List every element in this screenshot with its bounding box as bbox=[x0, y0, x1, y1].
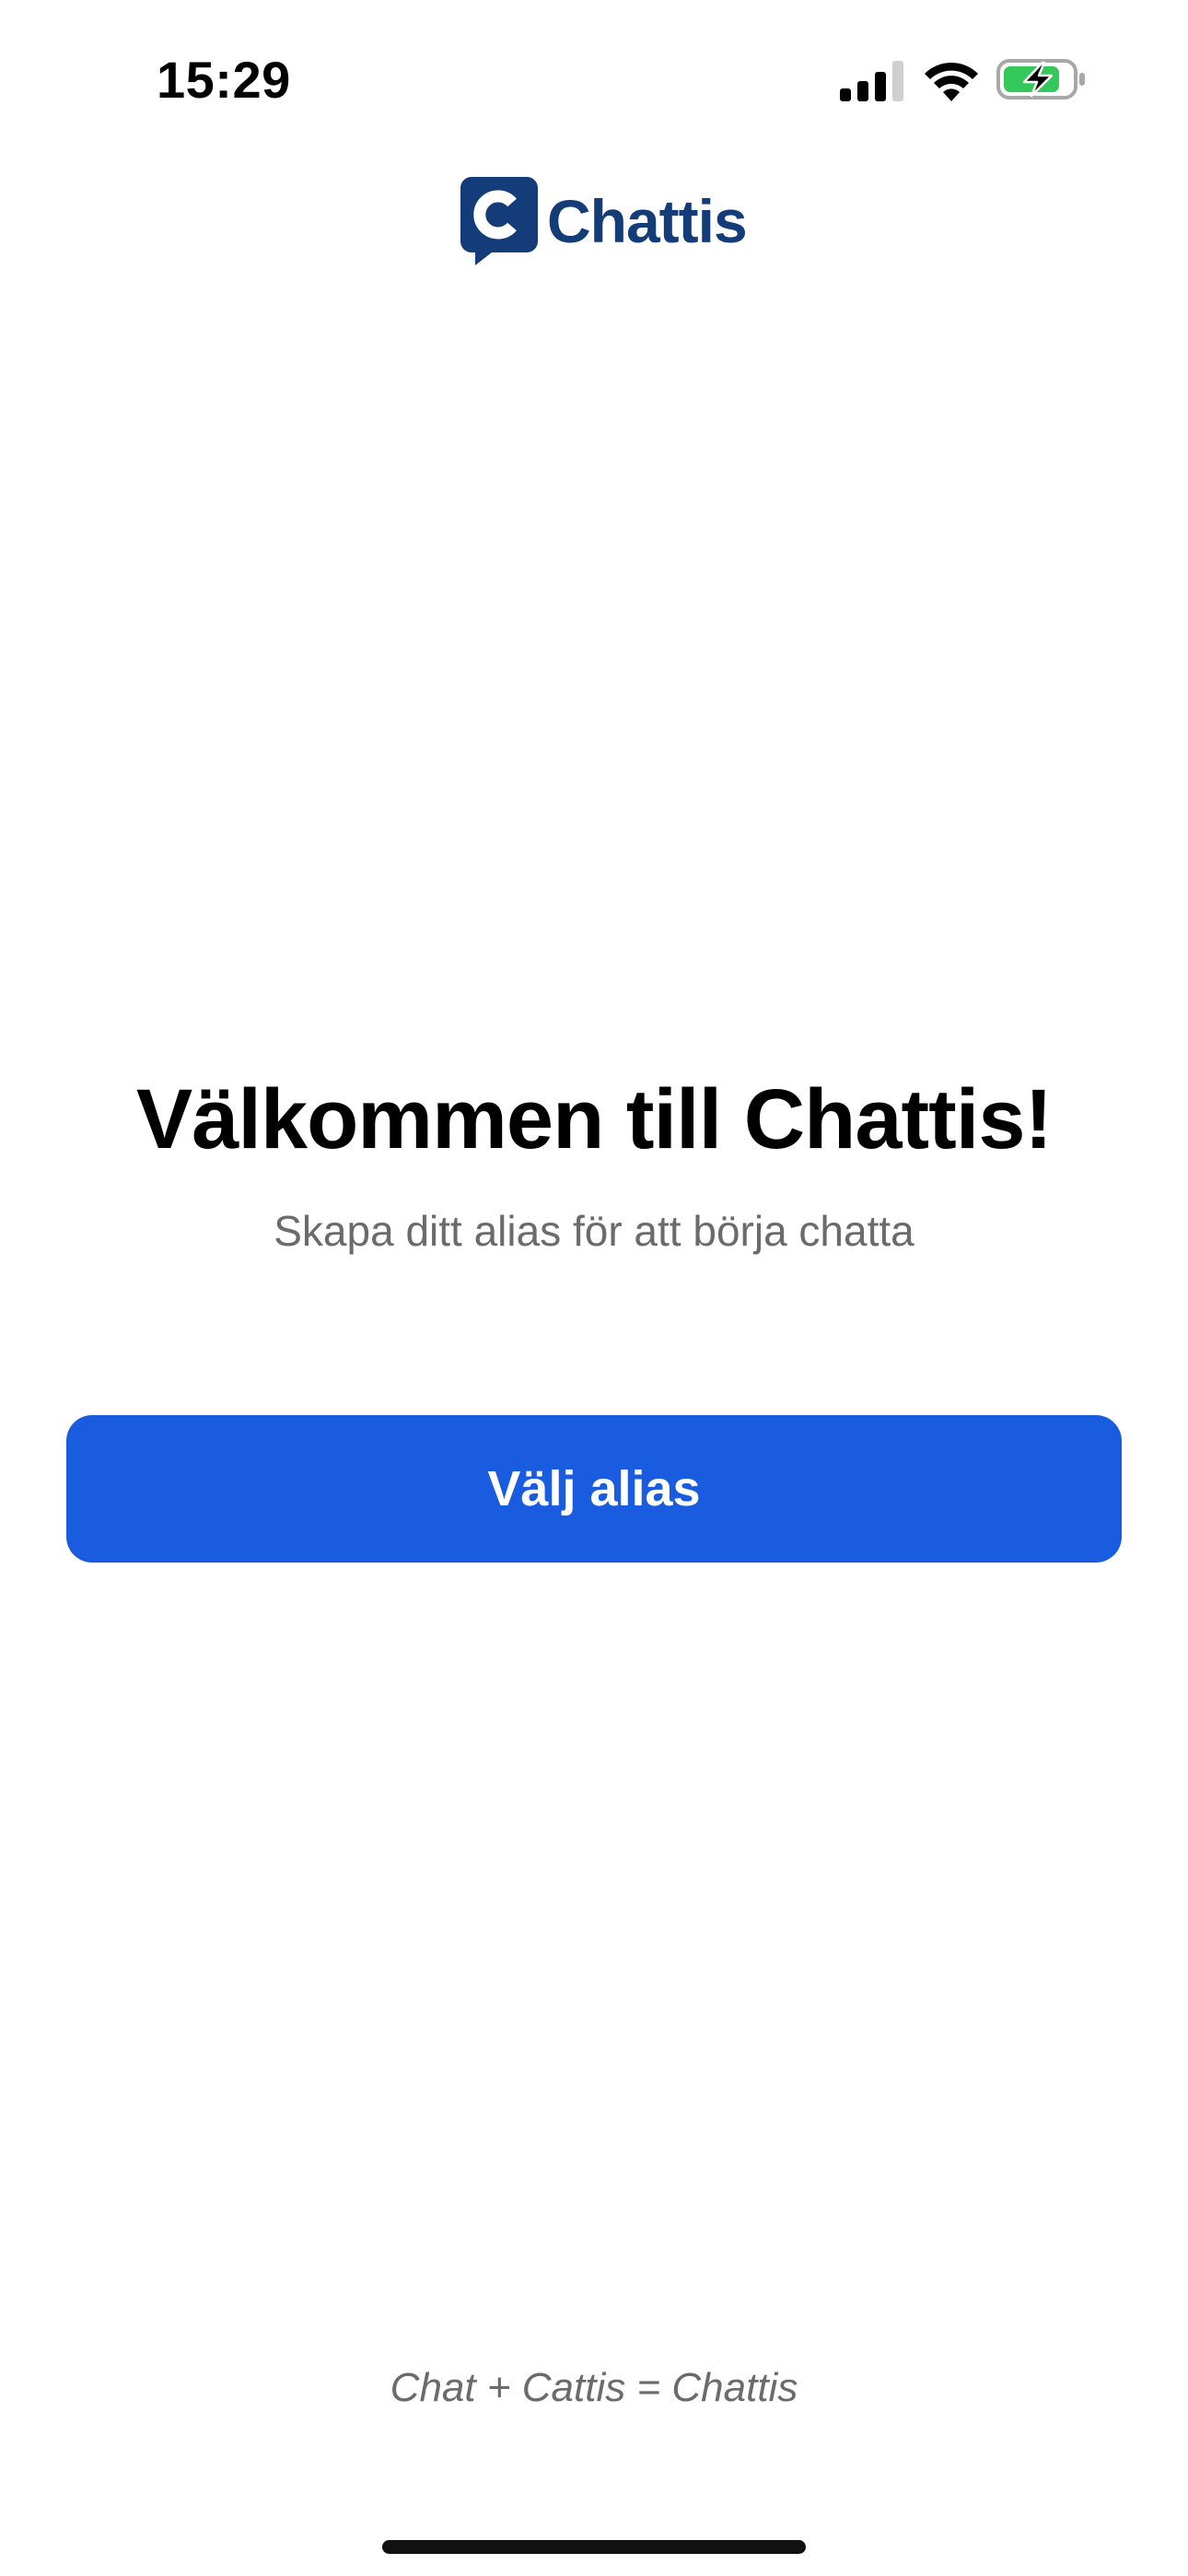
chat-bubble-logo-icon bbox=[460, 177, 538, 265]
home-indicator[interactable] bbox=[382, 2540, 806, 2554]
cellular-signal-icon bbox=[840, 61, 903, 101]
battery-charging-icon bbox=[996, 59, 1085, 100]
status-time: 15:29 bbox=[157, 51, 291, 109]
welcome-screen: 15:29 Chattis Välkommen till Chattis! Sk… bbox=[0, 0, 1188, 2576]
wifi-icon bbox=[925, 62, 978, 101]
welcome-title: Välkommen till Chattis! bbox=[135, 1072, 1053, 1166]
welcome-subtitle: Skapa ditt alias för att börja chatta bbox=[274, 1207, 914, 1255]
choose-alias-button[interactable]: Välj alias bbox=[66, 1415, 1122, 1563]
app-name: Chattis bbox=[547, 187, 748, 255]
app-logo: Chattis bbox=[459, 175, 748, 267]
footer-tagline: Chat + Cattis = Chattis bbox=[390, 2365, 798, 2410]
